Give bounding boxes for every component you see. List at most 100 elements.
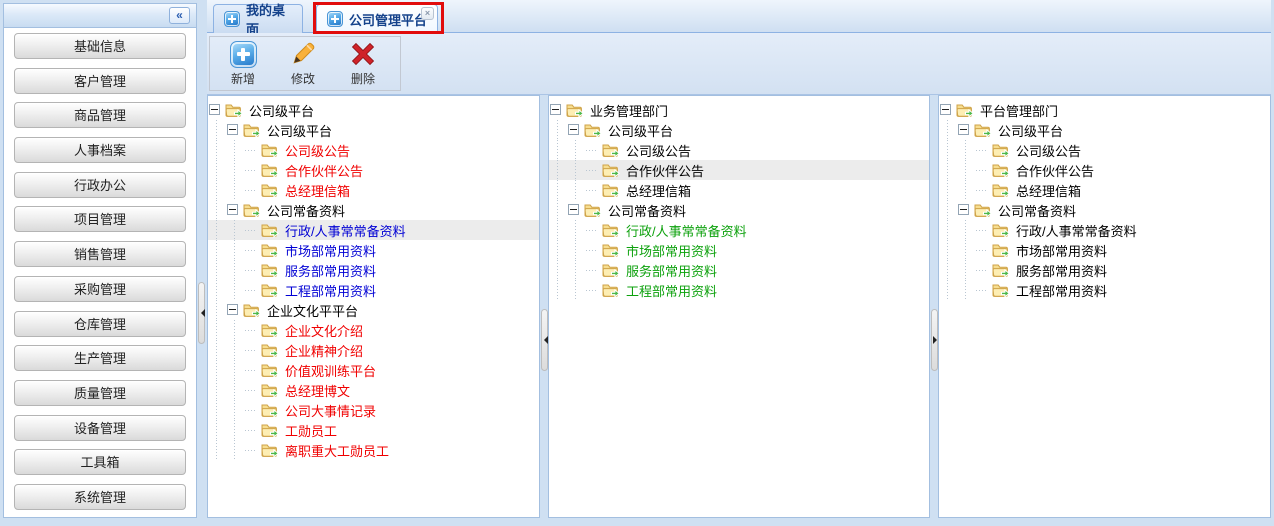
splitter-handle[interactable] — [541, 309, 548, 371]
tree-node[interactable]: 公司级平台 — [939, 120, 1270, 140]
tree-node[interactable]: 工程部常用资料 — [549, 280, 929, 300]
tree-indent-guide — [226, 400, 244, 420]
tree-node-label: 服务部常用资料 — [622, 261, 721, 280]
tree-node[interactable]: 公司级平台 — [549, 120, 929, 140]
tree-expander-minus-icon[interactable] — [939, 100, 955, 120]
folder-go-icon — [601, 280, 622, 300]
tree-expander-minus-icon[interactable] — [957, 200, 973, 220]
tree-elbow-line — [975, 280, 991, 300]
sidebar-item[interactable]: 仓库管理 — [14, 311, 186, 337]
tree-node[interactable]: 价值观训练平台 — [208, 360, 539, 380]
tree-node[interactable]: 公司大事情记录 — [208, 400, 539, 420]
tree-expander-minus-icon[interactable] — [549, 100, 565, 120]
tree-indent-guide — [939, 200, 957, 220]
tree-node[interactable]: 行政/人事常常备资料 — [939, 220, 1270, 240]
tree-node[interactable]: 行政/人事常常备资料 — [549, 220, 929, 240]
tree-expander-minus-icon[interactable] — [226, 300, 242, 320]
tree-node[interactable]: 公司级公告 — [208, 140, 539, 160]
tree-node[interactable]: 总经理信箱 — [208, 180, 539, 200]
tree-node[interactable]: 公司常备资料 — [208, 200, 539, 220]
tree-elbow-line — [585, 240, 601, 260]
tab-close-icon[interactable]: × — [421, 7, 434, 20]
tree-node[interactable]: 公司级平台 — [208, 120, 539, 140]
sidebar-item[interactable]: 工具箱 — [14, 449, 186, 475]
tree-node[interactable]: 公司级公告 — [939, 140, 1270, 160]
tree-node[interactable]: 企业文化介绍 — [208, 320, 539, 340]
sidebar-item[interactable]: 项目管理 — [14, 206, 186, 232]
tree-indent-guide — [549, 160, 567, 180]
tree-node-label: 工程部常用资料 — [281, 281, 380, 300]
sidebar-item[interactable]: 销售管理 — [14, 241, 186, 267]
sidebar: « 基础信息客户管理商品管理人事档案行政办公项目管理销售管理采购管理仓库管理生产… — [3, 3, 197, 518]
folder-go-icon — [973, 120, 994, 140]
tree-node[interactable]: 行政/人事常常备资料 — [208, 220, 539, 240]
tree-indent-guide — [939, 160, 957, 180]
tree-node-label: 合作伙伴公告 — [281, 161, 367, 180]
tab-company-platform[interactable]: 公司管理平台 × — [316, 4, 438, 33]
tree-node[interactable]: 企业精神介绍 — [208, 340, 539, 360]
tree-expander-minus-icon[interactable] — [226, 120, 242, 140]
sidebar-item[interactable]: 客户管理 — [14, 68, 186, 94]
splitter-handle[interactable] — [198, 282, 205, 344]
tree-node[interactable]: 工勋员工 — [208, 420, 539, 440]
tree-node[interactable]: 公司常备资料 — [939, 200, 1270, 220]
tree-node[interactable]: 合作伙伴公告 — [939, 160, 1270, 180]
sidebar-item[interactable]: 质量管理 — [14, 380, 186, 406]
tree-elbow-line — [244, 420, 260, 440]
sidebar-item[interactable]: 生产管理 — [14, 345, 186, 371]
tree-node[interactable]: 合作伙伴公告 — [549, 160, 929, 180]
tree-node[interactable]: 公司级平台 — [208, 100, 539, 120]
folder-go-icon — [583, 120, 604, 140]
tree-node[interactable]: 工程部常用资料 — [208, 280, 539, 300]
splitter-handle[interactable] — [931, 309, 938, 371]
folder-go-icon — [601, 180, 622, 200]
tree-node[interactable]: 市场部常用资料 — [939, 240, 1270, 260]
tree-node[interactable]: 平台管理部门 — [939, 100, 1270, 120]
tree-node[interactable]: 企业文化平平台 — [208, 300, 539, 320]
sidebar-item[interactable]: 设备管理 — [14, 415, 186, 441]
tree-node[interactable]: 市场部常用资料 — [208, 240, 539, 260]
tree-node[interactable]: 业务管理部门 — [549, 100, 929, 120]
toolbar: 新增 修改 删除 — [207, 33, 1271, 95]
tree-node[interactable]: 公司常备资料 — [549, 200, 929, 220]
sidebar-splitter[interactable] — [197, 3, 207, 518]
sidebar-item[interactable]: 采购管理 — [14, 276, 186, 302]
edit-button[interactable]: 修改 — [273, 39, 333, 88]
tree-node[interactable]: 服务部常用资料 — [208, 260, 539, 280]
tree-expander-minus-icon[interactable] — [567, 200, 583, 220]
tree-expander-minus-icon[interactable] — [208, 100, 224, 120]
tree-node[interactable]: 公司级公告 — [549, 140, 929, 160]
add-button[interactable]: 新增 — [213, 39, 273, 88]
sidebar-item[interactable]: 系统管理 — [14, 484, 186, 510]
sidebar-collapse-icon[interactable]: « — [169, 7, 190, 24]
tree-node-label: 公司常备资料 — [263, 201, 349, 220]
tree-expander-minus-icon[interactable] — [567, 120, 583, 140]
tree-node[interactable]: 总经理博文 — [208, 380, 539, 400]
tree-expander-minus-icon[interactable] — [226, 200, 242, 220]
tree-indent-guide — [567, 240, 585, 260]
tree-indent-guide — [226, 420, 244, 440]
tree-node[interactable]: 总经理信箱 — [549, 180, 929, 200]
tree-expander-minus-icon[interactable] — [957, 120, 973, 140]
sidebar-item[interactable]: 商品管理 — [14, 102, 186, 128]
tree-node[interactable]: 总经理信箱 — [939, 180, 1270, 200]
tree-node[interactable]: 市场部常用资料 — [549, 240, 929, 260]
tree-node[interactable]: 离职重大工勋员工 — [208, 440, 539, 460]
sidebar-item[interactable]: 人事档案 — [14, 137, 186, 163]
sidebar-item[interactable]: 行政办公 — [14, 172, 186, 198]
delete-button[interactable]: 删除 — [333, 39, 393, 88]
tree-node[interactable]: 服务部常用资料 — [549, 260, 929, 280]
tree-indent-guide — [549, 220, 567, 240]
sidebar-item[interactable]: 基础信息 — [14, 33, 186, 59]
tree-node-label: 行政/人事常常备资料 — [1012, 221, 1141, 240]
tree-node[interactable]: 合作伙伴公告 — [208, 160, 539, 180]
tree-node[interactable]: 工程部常用资料 — [939, 280, 1270, 300]
tree-node[interactable]: 服务部常用资料 — [939, 260, 1270, 280]
tree-indent-guide — [208, 240, 226, 260]
tree-indent-guide — [567, 220, 585, 240]
folder-go-icon — [260, 320, 281, 340]
tree-node-label: 平台管理部门 — [976, 101, 1062, 120]
tree-indent-guide — [208, 220, 226, 240]
tree-node-label: 合作伙伴公告 — [1012, 161, 1098, 180]
tab-my-desktop[interactable]: 我的桌面 — [213, 4, 303, 33]
